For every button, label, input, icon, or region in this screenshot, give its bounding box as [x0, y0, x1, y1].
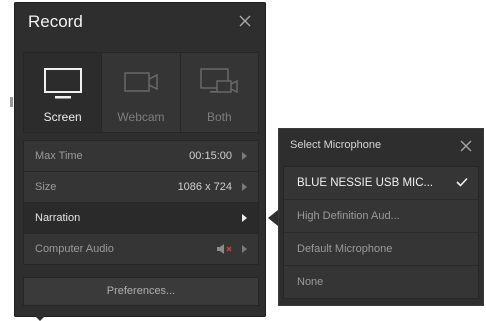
setting-name: Size	[35, 181, 57, 193]
mic-panel-title: Select Microphone	[290, 139, 382, 151]
computer-audio-row[interactable]: Computer Audio	[24, 234, 258, 264]
setting-value: 00:15:00	[189, 150, 232, 162]
mic-option[interactable]: BLUE NESSIE USB MIC...	[284, 167, 478, 200]
panel-title: Record	[28, 12, 83, 31]
setting-name: Computer Audio	[35, 243, 114, 255]
preferences-button[interactable]: Preferences...	[23, 277, 259, 306]
record-panel: Record Screen Webcam Both Max Time 00:15…	[14, 2, 266, 317]
setting-name: Max Time	[35, 150, 83, 162]
mode-both-button[interactable]: Both	[181, 53, 258, 132]
setting-value: 1086 x 724	[177, 181, 232, 193]
mode-label: Screen	[43, 110, 82, 124]
microphone-options: BLUE NESSIE USB MIC... High Definition A…	[283, 166, 479, 299]
monitor-icon	[43, 68, 82, 99]
mic-option-label: High Definition Aud...	[297, 210, 400, 222]
settings-list: Max Time 00:15:00 Size 1086 x 724 Narrat…	[23, 140, 259, 265]
narration-row[interactable]: Narration	[24, 203, 258, 234]
mic-option-label: BLUE NESSIE USB MIC...	[297, 177, 434, 189]
max-time-row[interactable]: Max Time 00:15:00	[24, 141, 258, 172]
mode-screen-button[interactable]: Screen	[24, 53, 103, 132]
mic-option-label: Default Microphone	[297, 243, 393, 255]
mic-option[interactable]: High Definition Aud...	[284, 200, 478, 233]
close-button[interactable]	[238, 14, 252, 28]
mode-label: Both	[206, 110, 232, 124]
mic-option[interactable]: None	[284, 266, 478, 298]
background-edge	[10, 97, 13, 107]
close-icon	[460, 140, 472, 152]
panel-pointer	[34, 315, 46, 321]
speaker-muted-icon	[217, 244, 232, 254]
mode-webcam-button[interactable]: Webcam	[102, 53, 181, 132]
mic-panel-pointer	[268, 210, 278, 226]
mic-option[interactable]: Default Microphone	[284, 233, 478, 266]
microphone-panel: Select Microphone BLUE NESSIE USB MIC...…	[278, 128, 484, 306]
mic-option-label: None	[297, 276, 324, 288]
webcam-icon	[124, 72, 158, 92]
mode-label: Webcam	[117, 110, 165, 124]
close-icon	[239, 15, 251, 27]
mic-close-button[interactable]	[460, 139, 472, 157]
record-mode-selector: Screen Webcam Both	[23, 52, 259, 133]
chevron-right-icon	[242, 152, 247, 160]
size-row[interactable]: Size 1086 x 724	[24, 172, 258, 203]
screen-webcam-icon	[200, 68, 239, 94]
chevron-right-icon	[242, 245, 247, 253]
chevron-right-icon	[242, 183, 247, 191]
checkmark-icon	[456, 177, 468, 187]
setting-name: Narration	[35, 212, 81, 224]
chevron-right-icon	[242, 214, 247, 222]
